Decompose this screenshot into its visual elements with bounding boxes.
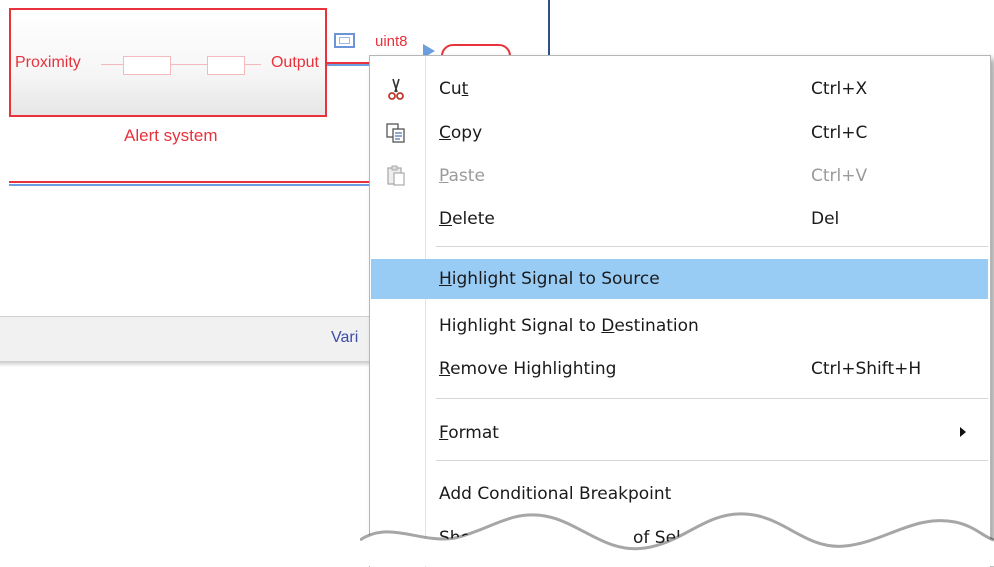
menu-item-label: Delete xyxy=(439,209,495,229)
menu-separator xyxy=(436,398,988,399)
block-inner-box-right xyxy=(207,56,245,75)
menu-item-format[interactable]: Format xyxy=(371,413,988,453)
block-inner-box-left xyxy=(123,56,171,75)
menu-item-label: Format xyxy=(439,423,499,443)
menu-item-shortcut: Ctrl+C xyxy=(811,123,868,143)
signal-line-blue[interactable] xyxy=(327,64,372,66)
menu-item-remove-highlighting[interactable]: Remove Highlighting Ctrl+Shift+H xyxy=(371,349,988,389)
menu-item-shortcut: Ctrl+V xyxy=(811,166,868,186)
submenu-arrow-icon xyxy=(960,427,966,437)
alert-system-block[interactable]: Proximity Output xyxy=(9,8,327,117)
signal-data-type: uint8 xyxy=(375,33,408,50)
status-bar: Vari xyxy=(0,316,372,362)
output-port-label: Output xyxy=(270,54,319,71)
menu-item-label: Copy xyxy=(439,123,483,143)
menu-item-label: Highlight Signal to Source xyxy=(439,269,660,289)
torn-edge-graphic xyxy=(360,512,994,566)
menu-item-highlight-to-source[interactable]: Highlight Signal to Source xyxy=(371,259,988,299)
bus-line-red[interactable] xyxy=(9,181,372,183)
menu-item-shortcut: Ctrl+Shift+H xyxy=(811,359,922,379)
block-name[interactable]: Alert system xyxy=(124,126,218,146)
scissors-icon xyxy=(388,78,404,100)
menu-item-copy[interactable]: Copy Ctrl+C xyxy=(371,113,988,153)
menu-item-label: Cut xyxy=(439,79,469,99)
menu-item-label: Highlight Signal to Destination xyxy=(439,316,699,336)
menu-item-label: Paste xyxy=(439,166,485,186)
subsystem-border-line xyxy=(548,0,550,56)
status-bar-shadow xyxy=(0,361,372,367)
menu-item-shortcut: Ctrl+X xyxy=(811,79,868,99)
menu-item-delete[interactable]: Delete Del xyxy=(371,199,988,239)
menu-separator xyxy=(436,246,988,247)
context-menu: Cut Ctrl+X Copy Ctrl+C Paste Ctrl+V Dele… xyxy=(369,55,991,567)
copy-icon xyxy=(386,123,405,143)
bus-line-blue[interactable] xyxy=(9,184,372,186)
menu-item-shortcut: Del xyxy=(811,209,840,229)
menu-separator xyxy=(436,460,988,461)
menu-item-label: Remove Highlighting xyxy=(439,359,617,379)
menu-item-highlight-to-destination[interactable]: Highlight Signal to Destination xyxy=(371,306,988,346)
menu-item-cut[interactable]: Cut Ctrl+X xyxy=(371,69,988,109)
signal-port-icon[interactable] xyxy=(334,33,355,48)
paste-icon xyxy=(387,165,405,186)
status-bar-text: Vari xyxy=(331,329,359,346)
menu-item-paste[interactable]: Paste Ctrl+V xyxy=(371,156,988,196)
input-port-label: Proximity xyxy=(15,54,81,71)
